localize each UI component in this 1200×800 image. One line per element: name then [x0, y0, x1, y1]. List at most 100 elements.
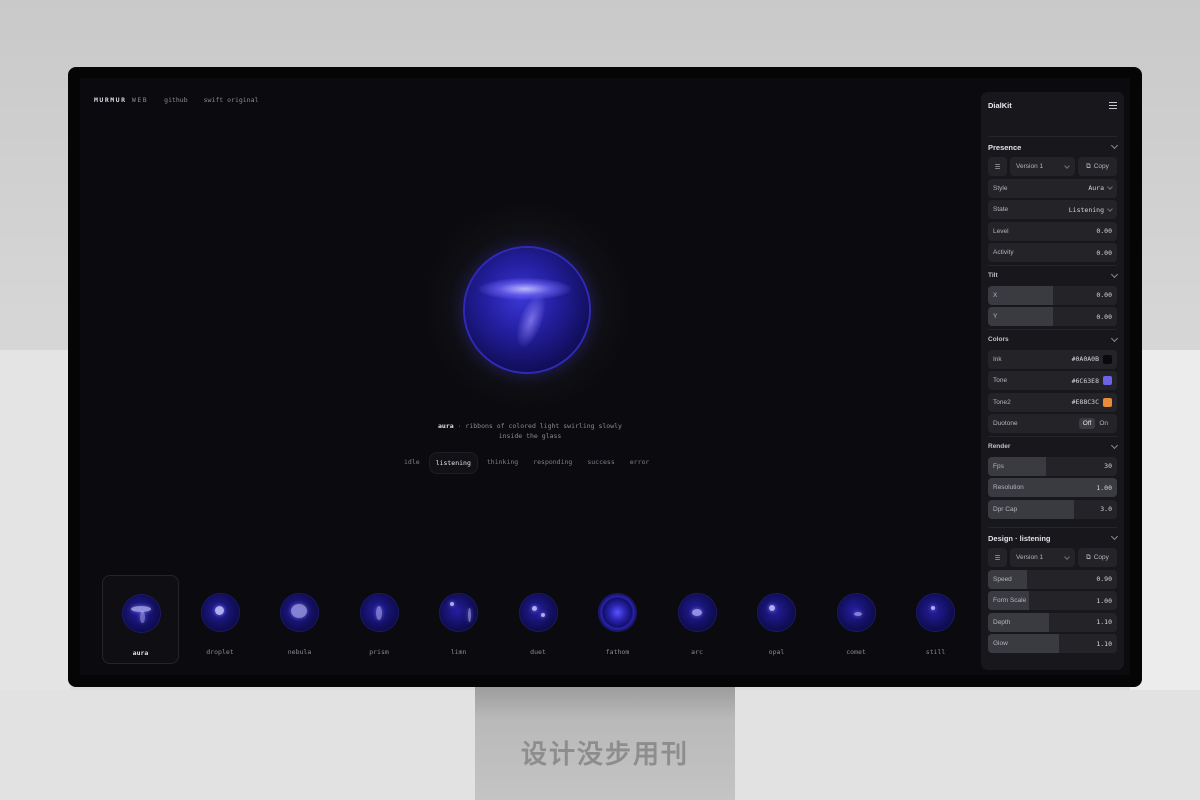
state-select[interactable]: State Listening [988, 200, 1117, 219]
state-tab-listening[interactable]: listening [428, 452, 478, 474]
opal-thumbnail [758, 594, 795, 631]
orb-ribbon [479, 278, 571, 300]
section-render: Render Fps 30 Resolution 1.00 Dpr Cap 3.0 [981, 435, 1124, 519]
level-slider[interactable]: Level 0.00 [988, 221, 1117, 241]
style-gallery: aura droplet nebula prism limn duet fath… [102, 575, 977, 664]
ink-color-field[interactable]: Ink #0A0A0B [988, 349, 1117, 369]
dpr-cap-slider[interactable]: Dpr Cap 3.0 [988, 499, 1117, 519]
version-select[interactable]: Version 1 [1010, 548, 1075, 567]
style-card-fathom[interactable]: fathom [579, 575, 656, 664]
tone2-color-field[interactable]: Tone2 #E88C3C [988, 392, 1117, 412]
hero-orb [465, 248, 589, 372]
tone-swatch[interactable] [1103, 376, 1112, 385]
glow-slider[interactable]: Glow 1.10 [988, 634, 1117, 653]
style-card-droplet[interactable]: droplet [182, 575, 259, 664]
section-presence: Presence ☰ Version 1 ⧉ Copy Style Aura Sta… [981, 136, 1124, 262]
style-card-comet[interactable]: comet [818, 575, 895, 664]
state-tab-error[interactable]: error [624, 452, 656, 474]
state-tab-responding[interactable]: responding [527, 452, 578, 474]
droplet-thumbnail [201, 594, 239, 631]
tone2-swatch[interactable] [1103, 397, 1112, 407]
style-card-label: arc [691, 648, 703, 656]
copy-button[interactable]: ⧉ Copy [1078, 157, 1117, 176]
section-tilt: Tilt X 0.00 Y 0.00 [981, 264, 1124, 326]
depth-slider[interactable]: Depth 1.10 [988, 612, 1117, 632]
style-card-label: duet [530, 648, 546, 656]
chevron-down-icon [1110, 532, 1119, 541]
fps-slider[interactable]: Fps 30 [988, 456, 1117, 476]
chevron-down-icon [1064, 553, 1070, 560]
chevron-down-icon [1107, 205, 1113, 212]
nav-link-github[interactable]: github [164, 96, 187, 104]
activity-slider[interactable]: Activity 0.00 [988, 243, 1117, 262]
style-card-label: droplet [206, 648, 234, 656]
resolution-slider[interactable]: Resolution 1.00 [988, 478, 1117, 497]
top-nav: MURMUR WEB github swift original [94, 96, 258, 104]
style-card-duet[interactable]: duet [500, 575, 577, 664]
orb-caption: aura · ribbons of colored light swirling… [380, 421, 680, 441]
still-thumbnail [917, 594, 954, 631]
speed-slider[interactable]: Speed 0.90 [988, 569, 1117, 589]
state-tab-thinking[interactable]: thinking [481, 452, 524, 474]
monitor-stand: 设计没步用刊 [475, 684, 735, 800]
style-card-still[interactable]: still [897, 575, 974, 664]
orb-description-cont: inside the glass [498, 432, 562, 440]
style-select[interactable]: Style Aura [988, 178, 1117, 198]
style-card-label: comet [846, 648, 866, 656]
sliders-icon[interactable] [1109, 101, 1117, 109]
style-card-label: still [925, 648, 946, 656]
duotone-on-option[interactable]: On [1095, 418, 1112, 429]
nav-link-swift-original[interactable]: swift original [204, 96, 259, 104]
style-card-label: nebula [287, 648, 312, 656]
tilt-y-slider[interactable]: Y 0.00 [988, 307, 1117, 326]
version-select[interactable]: Version 1 [1010, 157, 1075, 176]
chevron-down-icon [1064, 162, 1070, 169]
nebula-thumbnail [281, 594, 318, 631]
section-header-colors[interactable]: Colors [988, 328, 1119, 350]
section-header-presence[interactable]: Presence [988, 136, 1119, 157]
dialkit-panel: DialKit Presence ☰ Version 1 ⧉ Copy Style… [981, 92, 1124, 670]
brand-logo[interactable]: MURMUR WEB [94, 96, 148, 104]
copy-icon: ⧉ [1086, 162, 1091, 170]
style-card-label: opal [768, 648, 785, 656]
style-card-nebula[interactable]: nebula [261, 575, 338, 664]
panel-header: DialKit [981, 92, 1124, 136]
section-design: Design · listening ☰ Version 1 ⧉ Copy Spe… [981, 527, 1124, 653]
tone-color-field[interactable]: Tone #6C63E8 [988, 371, 1117, 390]
section-colors: Colors Ink #0A0A0B Tone #6C63E8 Tone2 #E88C… [981, 328, 1124, 433]
comet-thumbnail [837, 594, 875, 631]
style-card-prism[interactable]: prism [341, 575, 418, 664]
tilt-x-slider[interactable]: X 0.00 [988, 285, 1117, 305]
fathom-thumbnail [599, 594, 636, 631]
style-card-label: fathom [605, 648, 630, 656]
copy-button[interactable]: ⧉ Copy [1078, 548, 1117, 567]
chevron-down-icon [1110, 334, 1119, 342]
style-card-arc[interactable]: arc [659, 575, 736, 664]
panel-title: DialKit [988, 101, 1012, 110]
section-header-render[interactable]: Render [988, 435, 1119, 457]
ink-swatch[interactable] [1103, 354, 1112, 364]
style-card-label: aura [132, 649, 149, 657]
chevron-down-icon [1110, 141, 1119, 150]
limn-thumbnail [440, 594, 477, 631]
style-card-opal[interactable]: opal [738, 575, 815, 664]
section-header-tilt[interactable]: Tilt [988, 264, 1119, 286]
state-tab-success[interactable]: success [581, 452, 620, 474]
section-header-design[interactable]: Design · listening [988, 527, 1119, 548]
chevron-down-icon [1107, 184, 1113, 190]
duotone-toggle[interactable]: Duotone Off On [988, 414, 1117, 433]
arc-thumbnail [678, 594, 716, 631]
state-tab-idle[interactable]: idle [398, 452, 426, 474]
preset-list-icon[interactable]: ☰ [988, 157, 1007, 176]
prism-thumbnail [360, 594, 398, 631]
duotone-off-option[interactable]: Off [1078, 418, 1096, 429]
preset-list-icon[interactable]: ☰ [988, 548, 1007, 567]
app-screen: MURMUR WEB github swift original aura · … [80, 78, 1130, 675]
style-card-aura[interactable]: aura [102, 575, 179, 664]
orb-name: aura [438, 422, 454, 430]
style-card-limn[interactable]: limn [420, 575, 497, 664]
chevron-down-icon [1110, 441, 1119, 449]
duet-thumbnail [519, 594, 557, 631]
style-card-label: prism [369, 648, 389, 656]
form-scale-slider[interactable]: Form Scale 1.00 [988, 591, 1117, 610]
